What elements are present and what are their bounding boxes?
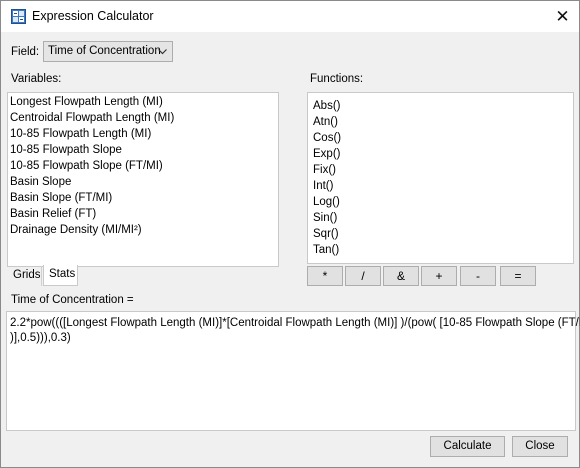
field-label: Field: — [11, 46, 40, 58]
function-item[interactable]: Log() — [313, 195, 340, 209]
variable-item[interactable]: Basin Slope — [10, 175, 71, 189]
function-item[interactable]: Exp() — [313, 147, 340, 161]
equals-operator-button[interactable]: = — [500, 266, 536, 286]
variables-list[interactable]: Longest Flowpath Length (MI) Centroidal … — [7, 92, 279, 267]
divide-operator-button[interactable]: / — [345, 266, 381, 286]
field-dropdown[interactable]: Time of Concentration — [43, 41, 173, 62]
function-item[interactable]: Abs() — [313, 99, 340, 113]
expression-line: )],0.5))),0.3) — [10, 332, 71, 344]
calculate-button[interactable]: Calculate — [430, 436, 505, 457]
close-icon[interactable]: ✕ — [546, 1, 579, 32]
variable-item[interactable]: 10-85 Flowpath Slope — [10, 143, 122, 157]
variable-item[interactable]: Basin Relief (FT) — [10, 207, 96, 221]
variable-item[interactable]: Longest Flowpath Length (MI) — [10, 95, 163, 109]
functions-label: Functions: — [310, 73, 364, 85]
function-item[interactable]: Atn() — [313, 115, 338, 129]
window-title: Expression Calculator — [32, 9, 154, 23]
variable-item[interactable]: Basin Slope (FT/MI) — [10, 191, 112, 205]
multiply-operator-button[interactable]: * — [307, 266, 343, 286]
expression-label: Time of Concentration = — [11, 294, 134, 306]
tab-stats[interactable]: Stats — [43, 265, 78, 286]
title-bar: Expression Calculator ✕ — [1, 1, 579, 32]
function-item[interactable]: Int() — [313, 179, 333, 193]
function-item[interactable]: Sqr() — [313, 227, 339, 241]
variable-item[interactable]: Centroidal Flowpath Length (MI) — [10, 111, 174, 125]
variable-item[interactable]: 10-85 Flowpath Length (MI) — [10, 127, 151, 141]
tab-grids-label: Grids — [13, 269, 41, 281]
plus-operator-button[interactable]: + — [421, 266, 457, 286]
expression-line: 2.2*pow((([Longest Flowpath Length (MI)]… — [10, 317, 580, 329]
function-item[interactable]: Sin() — [313, 211, 337, 225]
concat-operator-button[interactable]: & — [383, 266, 419, 286]
function-item[interactable]: Fix() — [313, 163, 336, 177]
chevron-down-icon — [158, 49, 167, 55]
close-button[interactable]: Close — [512, 436, 568, 457]
minus-operator-button[interactable]: - — [460, 266, 496, 286]
variables-label: Variables: — [11, 73, 62, 85]
function-item[interactable]: Tan() — [313, 243, 339, 257]
function-item[interactable]: Cos() — [313, 131, 341, 145]
tab-stats-label: Stats — [49, 268, 76, 280]
field-dropdown-value: Time of Concentration — [48, 45, 161, 57]
calculator-grid-icon — [11, 9, 26, 24]
tab-grids[interactable]: Grids — [8, 266, 42, 286]
expression-calculator-window: Expression Calculator ✕ Field: Time of C… — [0, 0, 580, 468]
expression-textarea[interactable]: 2.2*pow((([Longest Flowpath Length (MI)]… — [6, 311, 580, 431]
functions-list[interactable]: Abs() Atn() Cos() Exp() Fix() Int() Log(… — [307, 92, 574, 264]
variable-item[interactable]: Drainage Density (MI/MI²) — [10, 223, 142, 237]
variable-item[interactable]: 10-85 Flowpath Slope (FT/MI) — [10, 159, 163, 173]
